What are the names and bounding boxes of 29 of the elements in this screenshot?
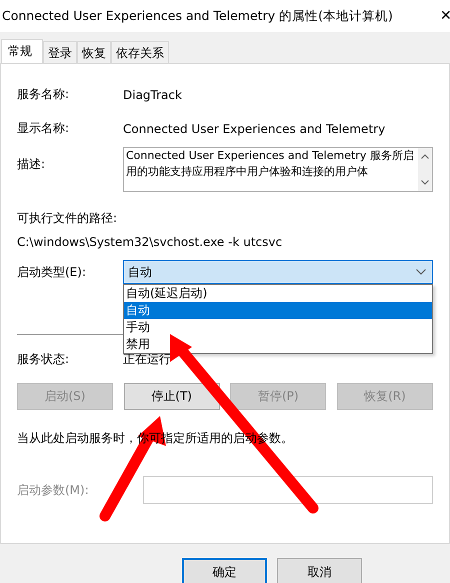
service-button[interactable]: 停止(T)	[124, 383, 220, 410]
tab[interactable]: 依存关系	[111, 41, 169, 63]
chevron-down-icon	[416, 269, 426, 275]
dropdown-option[interactable]: 自动	[124, 302, 432, 319]
field-value: C:\windows\System32\svchost.exe -k utcsvc	[17, 235, 284, 249]
field-label: 启动类型(E):	[17, 264, 87, 280]
field-label: 可执行文件的路径:	[17, 210, 118, 227]
field-value: 正在运行	[123, 351, 171, 368]
dropdown-option[interactable]: 禁用	[124, 336, 432, 353]
description-box[interactable]: Connected User Experiences and Telemetry 服务所启用的功能支持应用程序中用户体验和连接的用户体	[123, 147, 433, 192]
field-label: 启动参数(M):	[17, 482, 90, 498]
dialog-button[interactable]: 确定	[182, 558, 267, 583]
field-label: 服务名称:	[17, 86, 70, 103]
window-title: Connected User Experiences and Telemetry 的属性(本地计算机)	[2, 8, 393, 24]
scroll-up-icon[interactable]	[421, 154, 429, 159]
tab[interactable]: 登录	[43, 41, 77, 63]
dropdown-option[interactable]: 手动	[124, 319, 432, 336]
field-value: DiagTrack	[123, 88, 182, 102]
tab[interactable]: 常规	[1, 39, 43, 63]
field-label: 服务状态:	[17, 351, 70, 368]
scroll-down-icon[interactable]	[421, 180, 429, 185]
field-label: 描述:	[17, 156, 46, 173]
tab[interactable]: 恢复	[77, 41, 111, 63]
dropdown-option[interactable]: 自动(延迟启动)	[124, 285, 432, 302]
field-label: 显示名称:	[17, 120, 70, 137]
dialog-button[interactable]: 取消	[277, 558, 362, 583]
startup-type-dropdown[interactable]: 自动	[123, 260, 433, 284]
close-button[interactable]: ✕	[434, 8, 450, 24]
field-value: Connected User Experiences and Telemetry	[123, 122, 386, 136]
